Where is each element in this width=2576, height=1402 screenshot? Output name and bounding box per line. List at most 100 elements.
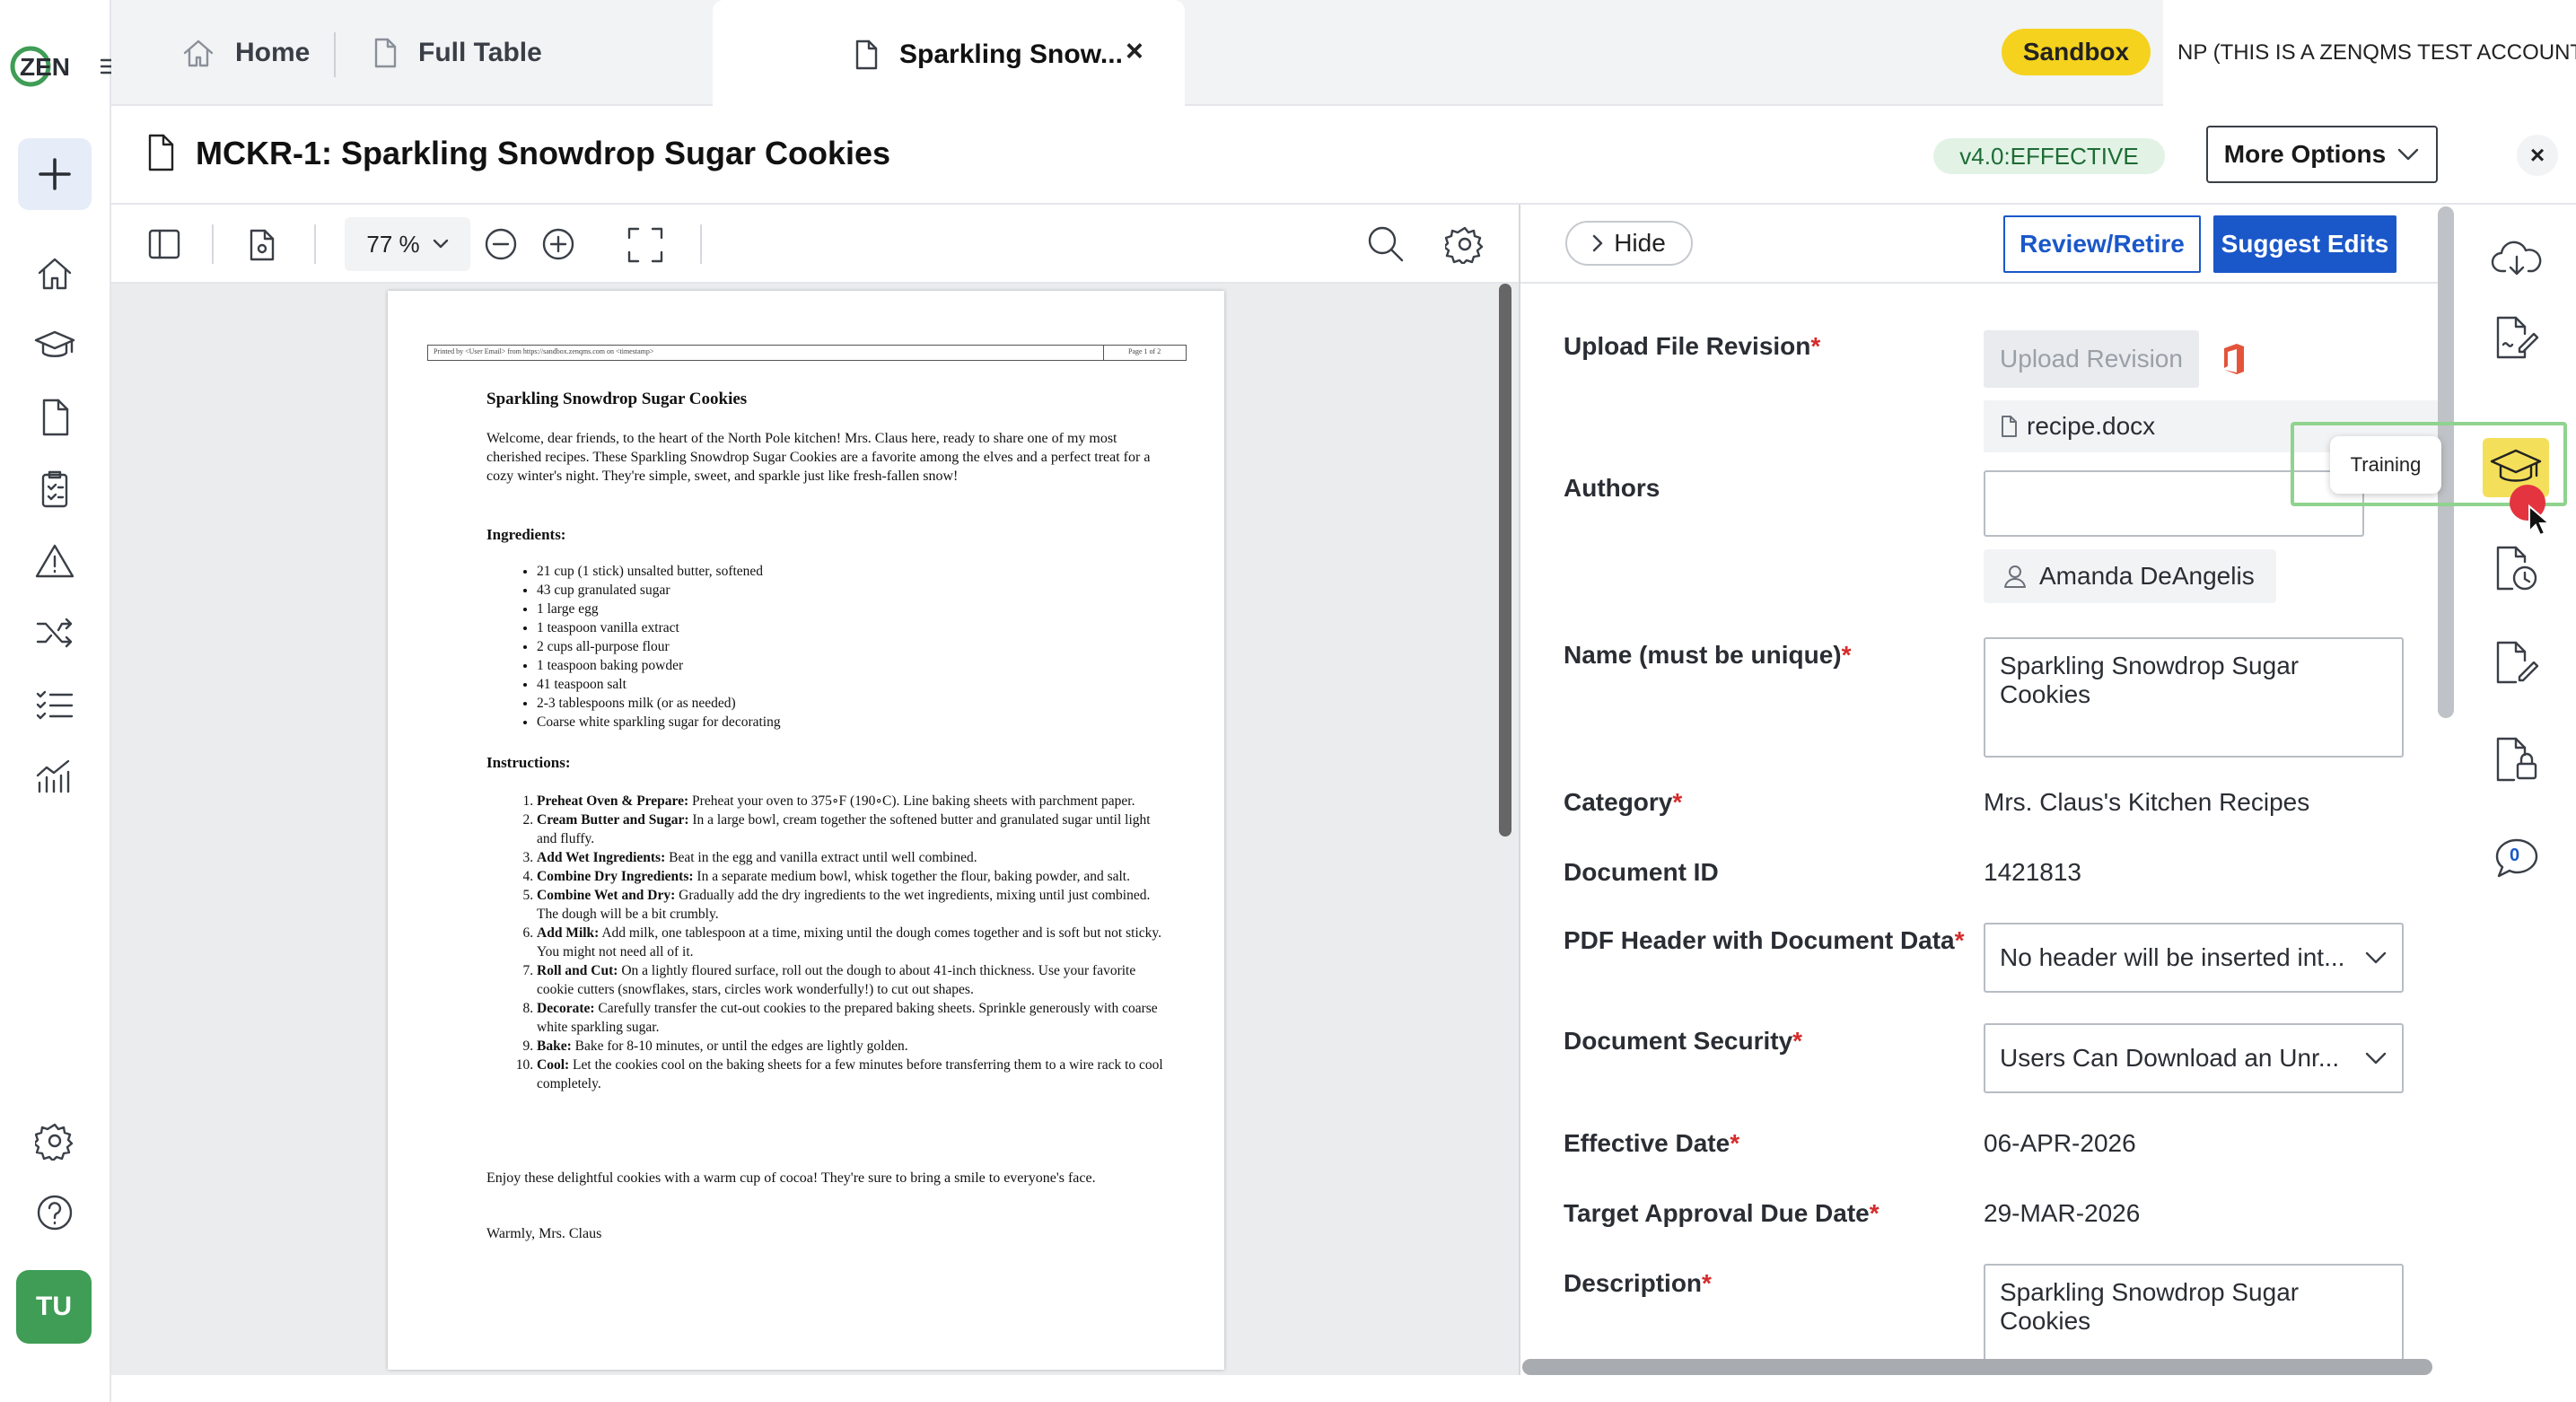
document-security-label: Document Security* bbox=[1564, 1027, 1803, 1055]
closing-paragraph: Enjoy these delightful cookies with a wa… bbox=[486, 1170, 1096, 1186]
toolbar-divider bbox=[212, 224, 214, 264]
instructions-list: Preheat Oven & Prepare: Preheat your ove… bbox=[537, 792, 1165, 1093]
review-retire-button[interactable]: Review/Retire bbox=[2003, 215, 2201, 273]
comments-count: 0 bbox=[2510, 846, 2520, 865]
upload-file-revision-label: Upload File Revision* bbox=[1564, 332, 1821, 360]
category-label: Category* bbox=[1564, 788, 1683, 816]
task-list-icon[interactable] bbox=[18, 670, 92, 740]
file-name: recipe.docx bbox=[2027, 412, 2156, 440]
panel-horizontal-scrollbar[interactable] bbox=[1522, 1359, 2432, 1375]
document-security-select[interactable]: Users Can Download an Unr... bbox=[1984, 1023, 2404, 1093]
page-heading: Sparkling Snowdrop Sugar Cookies bbox=[486, 390, 748, 408]
banner-divider bbox=[1103, 345, 1104, 361]
tab-label: Full Table bbox=[418, 38, 542, 67]
training-cap-icon[interactable] bbox=[18, 311, 92, 381]
viewer-settings-gear-icon[interactable] bbox=[1445, 224, 1485, 264]
category-value: Mrs. Claus's Kitchen Recipes bbox=[1984, 788, 2310, 816]
target-approval-due-date-label: Target Approval Due Date* bbox=[1564, 1199, 1879, 1227]
close-document-button[interactable]: × bbox=[2517, 135, 2558, 176]
document-icon bbox=[372, 37, 399, 69]
help-icon[interactable] bbox=[18, 1178, 92, 1248]
document-icon bbox=[853, 39, 880, 71]
shuffle-icon[interactable] bbox=[18, 598, 92, 668]
document-security-value: Users Can Download an Unr... bbox=[2000, 1044, 2340, 1072]
effective-date-value: 06-APR-2026 bbox=[1984, 1129, 2136, 1157]
mouse-cursor-icon bbox=[2528, 504, 2551, 537]
account-name[interactable]: NP (THIS IS A ZENQMS TEST ACCOUNT) bbox=[2163, 0, 2576, 106]
more-options-button[interactable]: More Options bbox=[2206, 126, 2438, 183]
list-item: Add Milk: Add milk, one tablespoon at a … bbox=[537, 924, 1165, 961]
office-app-icon[interactable] bbox=[2221, 341, 2247, 377]
new-plus-icon[interactable] bbox=[18, 138, 92, 210]
tab-full-table[interactable]: Full Table bbox=[372, 0, 542, 106]
target-approval-due-date-value: 29-MAR-2026 bbox=[1984, 1199, 2141, 1227]
viewer-scrollbar[interactable] bbox=[1499, 284, 1511, 837]
name-input[interactable]: Sparkling Snowdrop Sugar Cookies bbox=[1984, 637, 2404, 758]
document-id-label: Document ID bbox=[1564, 858, 1719, 886]
list-item: Preheat Oven & Prepare: Preheat your ove… bbox=[537, 792, 1165, 811]
zen-logo[interactable]: ZEN bbox=[7, 41, 75, 92]
author-name: Amanda DeAngelis bbox=[2039, 562, 2255, 590]
list-item: 2-3 tablespoons milk (or as needed) bbox=[537, 694, 781, 713]
settings-gear-icon[interactable] bbox=[18, 1106, 92, 1176]
documents-icon[interactable] bbox=[18, 382, 92, 452]
user-avatar[interactable]: TU bbox=[16, 1270, 92, 1344]
list-item: 1 large egg bbox=[537, 600, 781, 618]
fullscreen-icon[interactable] bbox=[626, 226, 664, 264]
chevron-down-icon bbox=[2396, 147, 2420, 162]
effective-date-label: Effective Date* bbox=[1564, 1129, 1740, 1157]
signature-document-icon[interactable] bbox=[2483, 303, 2551, 372]
intro-paragraph: Welcome, dear friends, to the heart of t… bbox=[486, 431, 1151, 484]
instructions-heading: Instructions: bbox=[486, 754, 571, 771]
comments-icon[interactable]: 0 bbox=[2483, 824, 2551, 892]
zoom-select[interactable]: 77 % bbox=[345, 217, 470, 271]
list-item: 41 teaspoon salt bbox=[537, 675, 781, 694]
upload-revision-button[interactable]: Upload Revision bbox=[1984, 330, 2199, 388]
tab-label: Sparkling Snow... bbox=[899, 39, 1123, 69]
version-status-badge: v4.0:EFFECTIVE bbox=[1933, 138, 2165, 174]
list-item: 1 teaspoon baking powder bbox=[537, 656, 781, 675]
close-tab-icon[interactable]: × bbox=[1126, 34, 1143, 69]
document-properties-panel: Hide Review/Retire Suggest Edits Upload … bbox=[1519, 205, 2447, 1375]
ingredients-list: 21 cup (1 stick) unsalted butter, soften… bbox=[537, 562, 781, 732]
document-header: MCKR-1: Sparkling Snowdrop Sugar Cookies… bbox=[111, 106, 2576, 205]
zoom-level: 77 % bbox=[366, 230, 420, 258]
list-item: Combine Dry Ingredients: In a separate m… bbox=[537, 867, 1165, 886]
tab-sparkling-snowdrop[interactable]: Sparkling Snow... × bbox=[713, 0, 1185, 106]
zoom-out-icon[interactable] bbox=[483, 226, 519, 262]
viewer-toolbar: 77 % bbox=[111, 205, 1519, 284]
banner-left-text: Printed by <User Email> from https://san… bbox=[434, 347, 654, 355]
document-history-icon[interactable] bbox=[2483, 535, 2551, 603]
search-icon[interactable] bbox=[1366, 224, 1406, 264]
document-icon bbox=[145, 133, 176, 172]
page-settings-icon[interactable] bbox=[248, 228, 276, 262]
document-lock-icon[interactable] bbox=[2483, 725, 2551, 793]
tab-label: Home bbox=[235, 38, 311, 67]
list-item: Cool: Let the cookies cool on the baking… bbox=[537, 1056, 1165, 1093]
tab-home[interactable]: Home bbox=[181, 0, 310, 106]
pdf-header-label: PDF Header with Document Data* bbox=[1564, 926, 1965, 954]
suggest-edits-button[interactable]: Suggest Edits bbox=[2213, 215, 2396, 273]
right-action-rail bbox=[2456, 205, 2576, 1402]
file-icon bbox=[2000, 415, 2018, 438]
list-item: Decorate: Carefully transfer the cut-out… bbox=[537, 999, 1165, 1037]
pdf-header-select[interactable]: No header will be inserted int... bbox=[1984, 923, 2404, 993]
home-icon bbox=[181, 37, 215, 69]
list-item: 2 cups all-purpose flour bbox=[537, 637, 781, 656]
svg-text:ZEN: ZEN bbox=[20, 53, 70, 81]
chevron-down-icon bbox=[433, 239, 449, 250]
zoom-in-icon[interactable] bbox=[540, 226, 576, 262]
cloud-download-icon[interactable] bbox=[2483, 224, 2551, 293]
sidebar-toggle-icon[interactable] bbox=[147, 228, 181, 260]
ingredients-heading: Ingredients: bbox=[486, 526, 566, 543]
home-icon[interactable] bbox=[18, 239, 92, 309]
hide-panel-button[interactable]: Hide bbox=[1565, 221, 1693, 266]
warning-triangle-icon[interactable] bbox=[18, 526, 92, 596]
analytics-icon[interactable] bbox=[18, 741, 92, 811]
tab-divider bbox=[334, 32, 336, 77]
list-item: Cream Butter and Sugar: In a large bowl,… bbox=[537, 811, 1165, 848]
author-chip[interactable]: Amanda DeAngelis bbox=[1984, 549, 2276, 603]
document-edit-icon[interactable] bbox=[2483, 628, 2551, 697]
checklist-clipboard-icon[interactable] bbox=[18, 454, 92, 524]
hide-label: Hide bbox=[1614, 229, 1666, 257]
